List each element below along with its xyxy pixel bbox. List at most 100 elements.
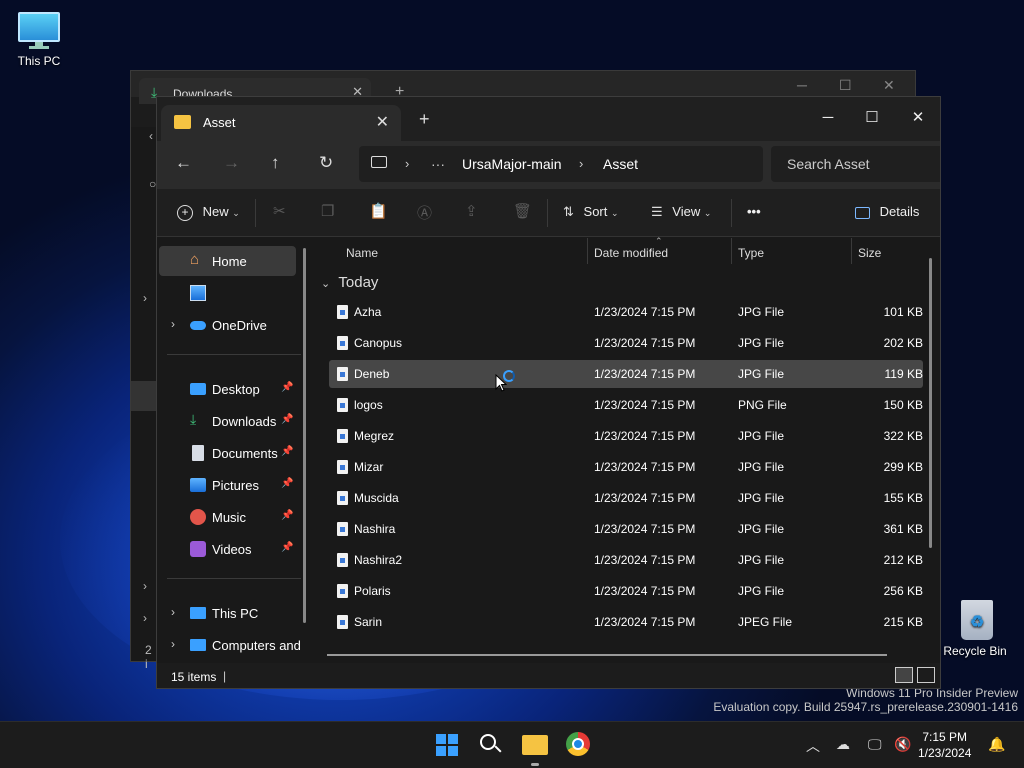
group-header[interactable]: ⌄ Today: [321, 274, 378, 291]
column-header-type[interactable]: Type: [738, 246, 764, 260]
pin-icon[interactable]: 📌: [281, 382, 293, 393]
breadcrumb[interactable]: › ··· UrsaMajor-main › Asset: [359, 146, 763, 182]
breadcrumb-item[interactable]: Asset: [603, 156, 638, 172]
status-bar: 15 items |: [157, 663, 940, 688]
nav-item-music[interactable]: Music 📌: [159, 502, 296, 532]
chevron-right-icon[interactable]: ›: [171, 605, 175, 619]
search-input[interactable]: Search Asset: [771, 146, 940, 182]
toolbar-divider: [731, 199, 732, 227]
computer-icon[interactable]: [371, 156, 387, 168]
nav-item-videos[interactable]: Videos 📌: [159, 534, 296, 564]
column-header-date[interactable]: Date modified: [594, 246, 668, 260]
tab-asset[interactable]: Asset ✕: [161, 105, 401, 141]
nav-item-desktop[interactable]: Desktop 📌: [159, 374, 296, 404]
start-button[interactable]: [434, 732, 460, 758]
windows-logo-icon: [436, 734, 446, 744]
network-icon[interactable]: 🖵: [868, 736, 882, 753]
file-size: 101 KB: [883, 305, 923, 319]
file-explorer-button[interactable]: [522, 732, 548, 766]
details-button[interactable]: Details: [855, 204, 919, 219]
delete-icon[interactable]: 🗑: [513, 202, 532, 220]
rename-icon[interactable]: Ⓐ: [417, 202, 432, 223]
file-row[interactable]: Nashira 1/23/2024 7:15 PM JPG File 361 KB: [329, 515, 923, 543]
nav-item-onedrive[interactable]: › OneDrive: [159, 310, 296, 340]
copy-icon[interactable]: ❐: [321, 202, 334, 220]
tiles-view-icon[interactable]: [917, 667, 935, 683]
chrome-button[interactable]: [566, 732, 592, 758]
nav-item-this-pc[interactable]: › This PC: [159, 598, 296, 628]
paste-icon[interactable]: 📋: [369, 202, 388, 220]
file-date: 1/23/2024 7:15 PM: [594, 584, 696, 598]
file-row[interactable]: Nashira2 1/23/2024 7:15 PM JPG File 212 KB: [329, 546, 923, 574]
chevron-right-icon[interactable]: ›: [171, 317, 175, 331]
chevron-right-icon[interactable]: ›: [171, 637, 175, 651]
file-type: JPG File: [738, 584, 785, 598]
nav-item-downloads[interactable]: ⤓ Downloads 📌: [159, 406, 296, 436]
column-divider[interactable]: [851, 238, 852, 264]
new-tab-button[interactable]: +: [419, 109, 430, 130]
maximize-icon[interactable]: ☐: [839, 77, 852, 94]
more-options-button[interactable]: •••: [747, 204, 761, 219]
forward-button[interactable]: →: [223, 153, 240, 173]
minimize-icon[interactable]: ─: [797, 77, 807, 93]
horizontal-scrollbar[interactable]: [327, 654, 887, 656]
desktop-icon-this-pc[interactable]: This PC: [4, 12, 74, 68]
more-crumbs-icon[interactable]: ···: [431, 156, 445, 172]
column-divider[interactable]: [587, 238, 588, 264]
file-row[interactable]: logos 1/23/2024 7:15 PM PNG File 150 KB: [329, 391, 923, 419]
up-button[interactable]: ↑: [271, 153, 280, 173]
file-row[interactable]: Mizar 1/23/2024 7:15 PM JPG File 299 KB: [329, 453, 923, 481]
pin-icon[interactable]: 📌: [281, 542, 293, 553]
nav-item-network[interactable]: › Computers and: [159, 630, 301, 660]
pin-icon[interactable]: 📌: [281, 414, 293, 425]
nav-item-gallery[interactable]: [159, 278, 296, 308]
new-button[interactable]: + New ⌄: [177, 204, 240, 221]
title-bar[interactable]: Asset ✕ + ─ ☐ ✕: [157, 97, 940, 141]
file-row[interactable]: Muscida 1/23/2024 7:15 PM JPG File 155 KB: [329, 484, 923, 512]
minimize-button[interactable]: ─: [805, 103, 851, 133]
cloud-offline-icon[interactable]: ☁: [836, 736, 850, 753]
close-icon[interactable]: ✕: [883, 77, 895, 94]
image-file-icon: [337, 460, 348, 474]
maximize-button[interactable]: ☐: [849, 103, 895, 133]
file-row[interactable]: Canopus 1/23/2024 7:15 PM JPG File 202 KB: [329, 329, 923, 357]
pin-icon[interactable]: 📌: [281, 446, 293, 457]
column-divider[interactable]: [731, 238, 732, 264]
file-row[interactable]: Megrez 1/23/2024 7:15 PM JPG File 322 KB: [329, 422, 923, 450]
volume-muted-icon[interactable]: 🔇: [894, 736, 911, 753]
nav-item-home[interactable]: ⌂ Home: [159, 246, 296, 276]
nav-item-pictures[interactable]: Pictures 📌: [159, 470, 296, 500]
chevron-right-icon[interactable]: ›: [579, 156, 583, 171]
pin-icon[interactable]: 📌: [281, 510, 293, 521]
notification-bell-icon[interactable]: 🔔: [988, 736, 1005, 753]
search-button[interactable]: [478, 732, 504, 758]
nav-item-documents[interactable]: Documents 📌: [159, 438, 296, 468]
close-window-button[interactable]: ✕: [895, 103, 940, 133]
file-size: 119 KB: [884, 367, 923, 381]
file-row[interactable]: Polaris 1/23/2024 7:15 PM JPG File 256 KB: [329, 577, 923, 605]
clock[interactable]: 7:15 PM 1/23/2024: [918, 729, 971, 761]
nav-scrollbar[interactable]: [303, 248, 306, 623]
refresh-button[interactable]: ↻: [319, 153, 333, 173]
share-icon[interactable]: ⇪: [465, 202, 478, 220]
item-count: 15 items: [171, 670, 217, 684]
cut-icon[interactable]: ✂: [273, 202, 286, 220]
file-row[interactable]: Sarin 1/23/2024 7:15 PM JPEG File 215 KB: [329, 608, 923, 636]
navigation-pane: ⌂ Home › OneDrive Desktop 📌 ⤓ Downloads …: [157, 238, 313, 663]
view-button[interactable]: ☰ View ⌄: [651, 204, 711, 220]
breadcrumb-item[interactable]: UrsaMajor-main: [462, 156, 562, 172]
sort-button[interactable]: ⇅ Sort ⌄: [563, 204, 619, 220]
file-row[interactable]: Azha 1/23/2024 7:15 PM JPG File 101 KB: [329, 298, 923, 326]
chevron-right-icon[interactable]: ›: [405, 156, 409, 171]
chevron-up-icon[interactable]: ︿: [806, 736, 820, 756]
vertical-scrollbar[interactable]: [929, 258, 932, 548]
desktop-icon-recycle-bin[interactable]: ♻ Recycle Bin: [940, 598, 1010, 658]
column-header-name[interactable]: Name: [346, 246, 378, 260]
pin-icon[interactable]: 📌: [281, 478, 293, 489]
file-row[interactable]: Deneb 1/23/2024 7:15 PM JPG File 119 KB: [329, 360, 923, 388]
explorer-window[interactable]: Asset ✕ + ─ ☐ ✕ ← → ↑ ↻ › ··· UrsaMajor-…: [156, 96, 941, 689]
details-view-icon[interactable]: [895, 667, 913, 683]
column-header-size[interactable]: Size: [858, 246, 881, 260]
close-tab-icon[interactable]: ✕: [376, 112, 389, 132]
back-button[interactable]: ←: [175, 153, 192, 173]
